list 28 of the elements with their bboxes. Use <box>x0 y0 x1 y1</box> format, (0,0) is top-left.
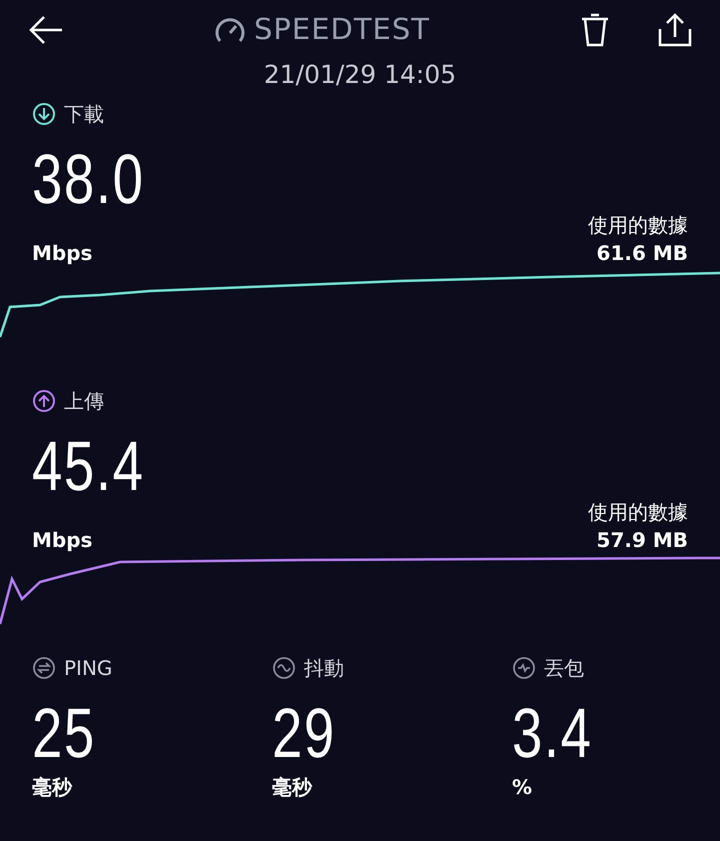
trash-icon[interactable] <box>580 13 610 47</box>
speed-value: 38.0 <box>32 148 145 211</box>
metric-value: 29 <box>272 702 336 765</box>
metric-unit: % <box>512 774 533 801</box>
metric-value: 25 <box>32 702 96 765</box>
speed-label: 上傳 <box>64 388 104 415</box>
speed-unit: Mbps <box>32 240 92 267</box>
metric-label: 抖動 <box>304 655 344 682</box>
metric-unit: 毫秒 <box>32 774 74 801</box>
speed-value: 45.4 <box>32 435 145 498</box>
metric-unit: 毫秒 <box>272 774 314 801</box>
metric-value: 3.4 <box>512 702 593 765</box>
jitter-icon <box>272 656 296 680</box>
data-used-label: 使用的數據 <box>588 212 688 239</box>
ping-icon <box>32 656 56 680</box>
back-icon[interactable] <box>28 15 64 45</box>
metric-label: PING <box>64 655 112 682</box>
gauge-icon <box>214 16 246 44</box>
speed-label: 下載 <box>64 101 104 128</box>
data-used-label: 使用的數據 <box>588 499 688 526</box>
data-used-value: 61.6 MB <box>596 240 688 267</box>
test-date: 21/01/29 14:05 <box>262 60 458 90</box>
share-icon[interactable] <box>658 13 692 47</box>
speed-unit: Mbps <box>32 527 92 554</box>
data-used-value: 57.9 MB <box>596 527 688 554</box>
app-title: SPEEDTEST <box>254 11 430 48</box>
loss-icon <box>512 656 536 680</box>
metric-label: 丟包 <box>544 655 584 682</box>
